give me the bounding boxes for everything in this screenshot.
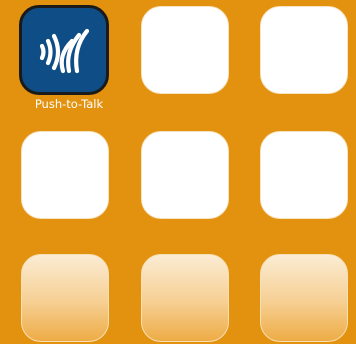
empty-app-slot [260,131,348,219]
empty-app-slot [141,254,229,342]
push-to-talk-label: Push-to-Talk [34,97,104,111]
push-to-talk-icon [39,28,90,74]
empty-app-slot [141,131,229,219]
empty-app-slot [260,6,348,94]
push-to-talk-app[interactable] [19,5,109,95]
empty-app-slot [141,6,229,94]
empty-app-slot [21,254,109,342]
empty-app-slot [21,131,109,219]
empty-app-slot [260,254,348,342]
